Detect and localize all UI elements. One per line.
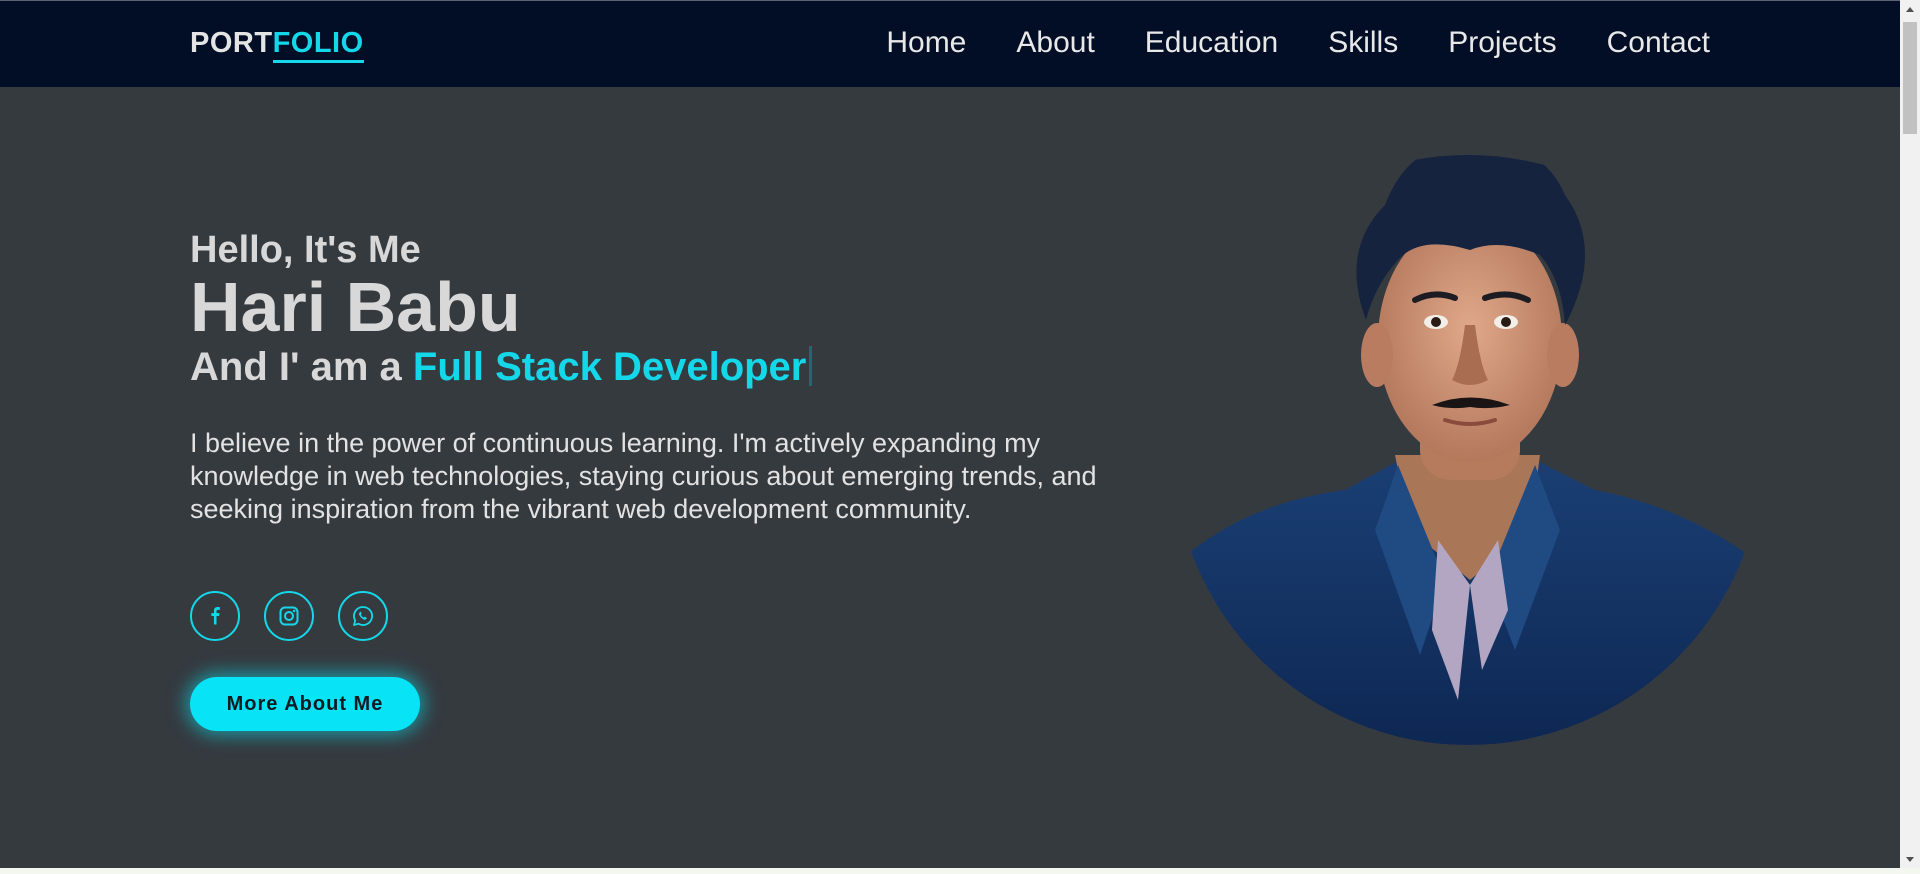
profile-photo bbox=[1170, 110, 1763, 750]
facebook-icon bbox=[208, 605, 222, 627]
hero-bio: I believe in the power of continuous lea… bbox=[190, 428, 1097, 524]
logo-part-folio: FOLIO bbox=[272, 27, 364, 63]
logo-part-port: PORT bbox=[190, 27, 273, 59]
scroll-up-arrow-icon[interactable] bbox=[1900, 0, 1920, 17]
whatsapp-icon bbox=[352, 605, 374, 627]
more-about-me-button[interactable]: More About Me bbox=[190, 677, 420, 731]
page: PORTFOLIO Home About Education Skills Pr… bbox=[0, 0, 1900, 868]
navbar: PORTFOLIO Home About Education Skills Pr… bbox=[0, 0, 1900, 87]
instagram-link[interactable] bbox=[264, 591, 314, 641]
role-prefix: And I' am a bbox=[190, 345, 413, 389]
nav-links: Home About Education Skills Projects Con… bbox=[886, 26, 1710, 60]
role-highlight: Full Stack Developer bbox=[412, 345, 807, 389]
scroll-down-arrow-icon[interactable] bbox=[1900, 851, 1920, 868]
hero-text: Hello, It's Me Hari Babu And I' am a Ful… bbox=[190, 225, 1120, 526]
whatsapp-link[interactable] bbox=[338, 591, 388, 641]
facebook-link[interactable] bbox=[190, 591, 240, 641]
typing-cursor bbox=[809, 346, 813, 386]
nav-link-education[interactable]: Education bbox=[1145, 26, 1278, 60]
nav-link-about[interactable]: About bbox=[1016, 26, 1094, 60]
instagram-icon bbox=[279, 606, 299, 626]
logo[interactable]: PORTFOLIO bbox=[190, 27, 364, 63]
social-links bbox=[190, 591, 412, 641]
hero-name: Hari Babu bbox=[190, 268, 521, 346]
nav-link-contact[interactable]: Contact bbox=[1607, 26, 1710, 60]
nav-link-projects[interactable]: Projects bbox=[1448, 26, 1556, 60]
nav-link-skills[interactable]: Skills bbox=[1328, 26, 1398, 60]
page-scrollbar[interactable] bbox=[1900, 0, 1920, 868]
hero-role: And I' am a Full Stack Developer bbox=[190, 341, 1120, 393]
scrollbar-thumb[interactable] bbox=[1903, 22, 1917, 134]
nav-link-home[interactable]: Home bbox=[886, 26, 966, 60]
